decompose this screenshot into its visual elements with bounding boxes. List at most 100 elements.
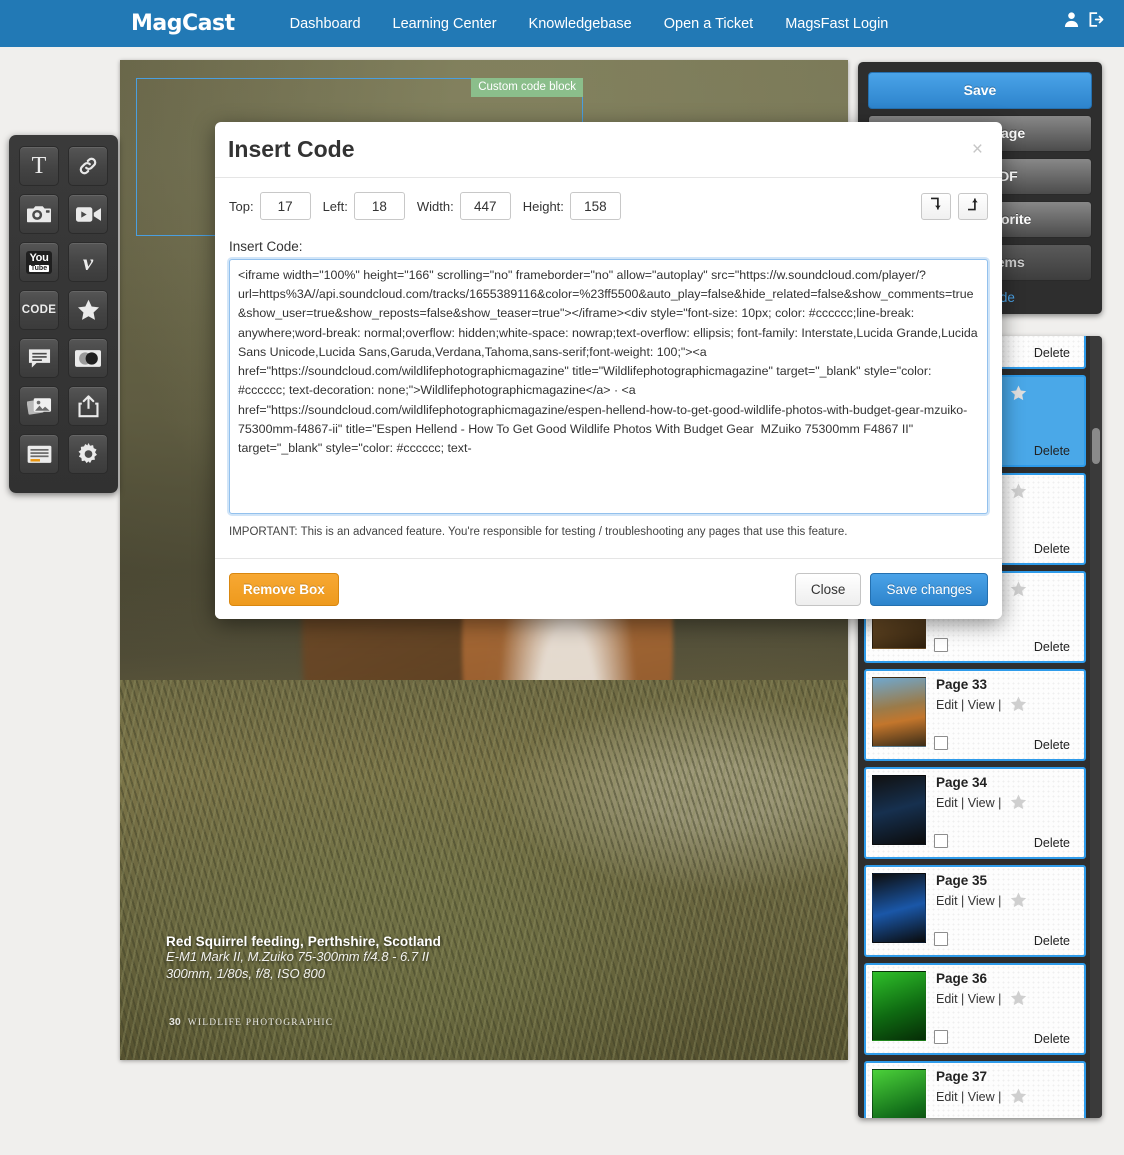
page-edit-link[interactable]: Edit: [936, 992, 958, 1006]
page-favorite-star-icon[interactable]: [1010, 1088, 1027, 1107]
list-item[interactable]: Page 33 Edit | View | Delete: [864, 669, 1086, 761]
pages-scrollbar-thumb[interactable]: [1092, 428, 1100, 464]
page-links: Edit | View |: [936, 892, 1078, 911]
page-meta: Page 33 Edit | View | Delete: [926, 677, 1078, 755]
nav-link-learning-center[interactable]: Learning Center: [377, 16, 513, 32]
page-view-link[interactable]: View: [968, 894, 995, 908]
page-number: 30: [169, 1016, 181, 1028]
modal-footer-right: Close Save changes: [794, 572, 988, 606]
page-delete-link[interactable]: Delete: [1034, 934, 1070, 948]
remove-box-button[interactable]: Remove Box: [229, 572, 339, 606]
page-thumbnail: [872, 775, 926, 845]
close-button[interactable]: Close: [794, 572, 862, 606]
send-backward-button[interactable]: [921, 192, 951, 220]
insert-code-modal: Insert Code × Top: Left: Width: Height:: [215, 122, 1002, 619]
circles-icon: [75, 349, 101, 368]
comment-tool-button[interactable]: [19, 338, 59, 378]
page-meta: Page 35 Edit | View | Delete: [926, 873, 1078, 951]
modal-footer: Remove Box Close Save changes: [215, 558, 1002, 619]
page-view-link[interactable]: View: [968, 796, 995, 810]
nav-link-dashboard[interactable]: Dashboard: [274, 16, 377, 32]
save-changes-button[interactable]: Save changes: [870, 572, 988, 606]
page-favorite-star-icon[interactable]: [1010, 892, 1027, 911]
page-meta: Page 34 Edit | View | Delete: [926, 775, 1078, 853]
page-delete-link[interactable]: Delete: [1034, 1032, 1070, 1046]
page-delete-link[interactable]: Delete: [1034, 836, 1070, 850]
list-item[interactable]: Page 35 Edit | View | Delete: [864, 865, 1086, 957]
pages-scrollbar-track[interactable]: [1090, 336, 1102, 1118]
form-tool-button[interactable]: [19, 434, 59, 474]
top-input[interactable]: [259, 192, 311, 220]
nav-link-magsfast-login[interactable]: MagsFast Login: [769, 16, 904, 32]
page-links: Edit | View |: [936, 696, 1078, 715]
close-icon[interactable]: ×: [968, 138, 987, 161]
upload-icon: [77, 394, 99, 418]
list-item[interactable]: Page 34 Edit | View | Delete: [864, 767, 1086, 859]
list-item[interactable]: Page 36 Edit | View | Delete: [864, 963, 1086, 1055]
code-tool-button[interactable]: CODE: [19, 290, 59, 330]
photo-tool-button[interactable]: [19, 194, 59, 234]
bring-forward-button[interactable]: [958, 192, 988, 220]
page-delete-link[interactable]: Delete: [1034, 738, 1070, 752]
modal-header: Insert Code ×: [215, 122, 1002, 178]
page-delete-link[interactable]: Delete: [1034, 444, 1070, 458]
page-favorite-star-icon[interactable]: [1010, 990, 1027, 1009]
photo-caption: Red Squirrel feeding, Perthshire, Scotla…: [166, 934, 441, 982]
element-toolbar: T You Tube v CODE: [9, 135, 118, 493]
page-links: Edit | View |: [936, 1088, 1078, 1107]
page-title: Page 36: [936, 971, 988, 986]
page-checkbox[interactable]: [934, 638, 948, 652]
layer-buttons: [921, 192, 988, 220]
page-view-link[interactable]: View: [968, 698, 995, 712]
slideshow-tool-button[interactable]: [68, 338, 108, 378]
video-tool-button[interactable]: [68, 194, 108, 234]
logout-icon[interactable]: [1087, 11, 1104, 28]
page-favorite-star-icon[interactable]: [1010, 581, 1027, 600]
page-favorite-star-icon[interactable]: [1010, 794, 1027, 813]
page-checkbox[interactable]: [934, 1030, 948, 1044]
image-gallery-tool-button[interactable]: [19, 386, 59, 426]
left-input[interactable]: [353, 192, 405, 220]
save-button[interactable]: Save: [868, 72, 1092, 109]
list-item[interactable]: Page 37 Edit | View | Delete: [864, 1061, 1086, 1118]
youtube-tool-button[interactable]: You Tube: [19, 242, 59, 282]
vimeo-tool-button[interactable]: v: [68, 242, 108, 282]
page-edit-link[interactable]: Edit: [936, 796, 958, 810]
page-favorite-star-icon[interactable]: [1010, 483, 1027, 502]
page-delete-link[interactable]: Delete: [1034, 542, 1070, 556]
brand-logo[interactable]: MagCast: [131, 11, 235, 36]
page-checkbox[interactable]: [934, 736, 948, 750]
nav-link-knowledgebase[interactable]: Knowledgebase: [513, 16, 648, 32]
page-edit-link[interactable]: Edit: [936, 1090, 958, 1104]
page-edit-link[interactable]: Edit: [936, 894, 958, 908]
page-checkbox[interactable]: [934, 932, 948, 946]
nav-links: Dashboard Learning Center Knowledgebase …: [274, 16, 905, 32]
page-edit-link[interactable]: Edit: [936, 698, 958, 712]
favorite-tool-button[interactable]: [68, 290, 108, 330]
page-delete-link[interactable]: Delete: [1034, 346, 1070, 360]
user-icon[interactable]: [1063, 11, 1080, 28]
code-textarea[interactable]: [227, 257, 990, 516]
gear-icon: [77, 442, 100, 466]
code-icon: CODE: [21, 304, 57, 316]
vimeo-icon: v: [82, 249, 94, 275]
page-meta: Page 37 Edit | View | Delete: [926, 1069, 1078, 1118]
page-view-link[interactable]: View: [968, 992, 995, 1006]
upload-tool-button[interactable]: [68, 386, 108, 426]
page-thumbnail: [872, 971, 926, 1041]
page-favorite-star-icon[interactable]: [1010, 696, 1027, 715]
page-links: Edit | View |: [936, 990, 1078, 1009]
nav-link-open-a-ticket[interactable]: Open a Ticket: [648, 16, 769, 32]
height-input[interactable]: [569, 192, 621, 220]
left-label: Left:: [322, 198, 348, 214]
page-checkbox[interactable]: [934, 834, 948, 848]
page-view-link[interactable]: View: [968, 1090, 995, 1104]
text-tool-button[interactable]: T: [19, 146, 59, 186]
page-favorite-star-icon[interactable]: [1010, 385, 1027, 404]
settings-tool-button[interactable]: [68, 434, 108, 474]
width-input[interactable]: [459, 192, 511, 220]
youtube-icon: You Tube: [25, 250, 53, 274]
page-thumbnail: [872, 1069, 926, 1118]
page-delete-link[interactable]: Delete: [1034, 640, 1070, 654]
link-tool-button[interactable]: [68, 146, 108, 186]
